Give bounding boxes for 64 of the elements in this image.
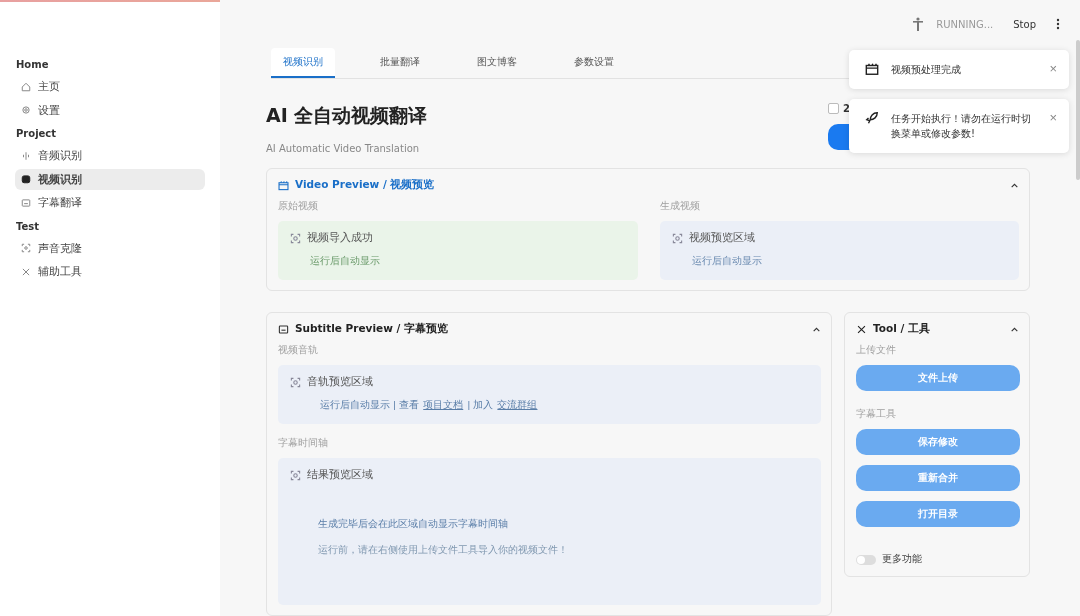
sidebar-item[interactable]: 辅助工具 bbox=[15, 261, 205, 282]
preview-heading: 视频导入成功 bbox=[307, 231, 373, 245]
sidebar-item[interactable]: 声音克隆 bbox=[15, 237, 205, 259]
toggle-switch[interactable] bbox=[856, 554, 876, 565]
link[interactable]: 项目文档 bbox=[423, 399, 464, 412]
status-text: RUNNING... bbox=[936, 18, 994, 30]
scan-icon bbox=[290, 232, 301, 244]
preview-heading: 音轨预览区域 bbox=[307, 375, 373, 389]
toast-message: 视频预处理完成 bbox=[891, 63, 962, 77]
page-title: AI 全自动视频翻译 bbox=[266, 103, 428, 128]
section-label: 上传文件 bbox=[856, 343, 897, 357]
tab[interactable]: 图文博客 bbox=[465, 48, 529, 78]
scan-icon bbox=[671, 232, 683, 244]
group-title: Test bbox=[16, 220, 40, 232]
preview-hint: 运行后自动显示 bbox=[691, 255, 763, 268]
card-title: Video Preview / 视频预览 bbox=[295, 178, 436, 192]
home-icon bbox=[21, 81, 31, 92]
hint-text: | 加入 bbox=[467, 399, 494, 412]
sidebar-item[interactable]: 设置 bbox=[15, 99, 205, 121]
sidebar-item[interactable]: 主页 bbox=[15, 76, 205, 97]
video-icon bbox=[21, 174, 31, 184]
scan-icon bbox=[290, 376, 301, 388]
timeline-hint: 运行前，请在右侧使用上传文件工具导入你的视频文件！ bbox=[318, 543, 569, 557]
tab[interactable]: 参数设置 bbox=[562, 48, 626, 78]
sidebar-item[interactable]: 音频识别 bbox=[15, 145, 205, 166]
clapperboard-icon bbox=[865, 62, 879, 76]
chevron-icon[interactable] bbox=[1010, 324, 1019, 334]
preview-heading: 结果预览区域 bbox=[307, 468, 373, 482]
figure-icon bbox=[912, 17, 925, 31]
waveform-icon bbox=[21, 150, 31, 161]
scan-icon bbox=[21, 243, 31, 253]
preview-hint: 运行后自动显示 bbox=[310, 255, 381, 268]
checkbox-label: 2 bbox=[843, 103, 850, 114]
card-title: Subtitle Preview / 字幕预览 bbox=[295, 322, 449, 336]
tab[interactable]: 视频识别 bbox=[271, 48, 335, 78]
timeline-message: 生成完毕后会在此区域自动显示字幕时间轴 bbox=[318, 518, 509, 531]
card-title: Tool / 工具 bbox=[873, 322, 931, 336]
caption-icon bbox=[21, 197, 31, 208]
section-label: 字幕工具 bbox=[856, 407, 897, 421]
preview-heading: 视频预览区域 bbox=[688, 231, 755, 245]
sidebar-item[interactable]: 视频识别 bbox=[15, 168, 205, 190]
close-button[interactable]: × bbox=[1049, 111, 1057, 124]
section-label: 原始视频 bbox=[278, 199, 319, 213]
hint-text: 运行后自动显示 | 查看 bbox=[320, 399, 420, 412]
scan-icon bbox=[290, 469, 301, 481]
sidebar-item[interactable]: 字幕翻译 bbox=[15, 192, 205, 213]
group-title: Home bbox=[16, 59, 50, 70]
more-icon[interactable] bbox=[1056, 18, 1060, 30]
chevron-icon[interactable] bbox=[812, 324, 821, 334]
toast-message: 任务开始执行！请勿在运行时切换菜单或修改参数! bbox=[891, 112, 1032, 141]
section-label: 字幕时间轴 bbox=[278, 436, 329, 450]
close-button[interactable]: × bbox=[1049, 62, 1057, 75]
chevron-icon[interactable] bbox=[1010, 180, 1019, 190]
checkbox[interactable] bbox=[828, 103, 839, 114]
link[interactable]: 交流群组 bbox=[497, 399, 538, 412]
section-label: 生成视频 bbox=[659, 199, 701, 213]
group-title: Project bbox=[16, 128, 58, 139]
clapperboard-icon bbox=[278, 179, 289, 191]
tab[interactable]: 批量翻译 bbox=[368, 48, 432, 78]
page-subtitle: AI Automatic Video Translation bbox=[266, 143, 421, 154]
section-label: 视频音轨 bbox=[278, 343, 319, 357]
toggle-label: 更多功能 bbox=[882, 553, 922, 566]
stop-button[interactable]: Stop bbox=[1005, 18, 1044, 30]
caption-icon bbox=[278, 323, 289, 335]
